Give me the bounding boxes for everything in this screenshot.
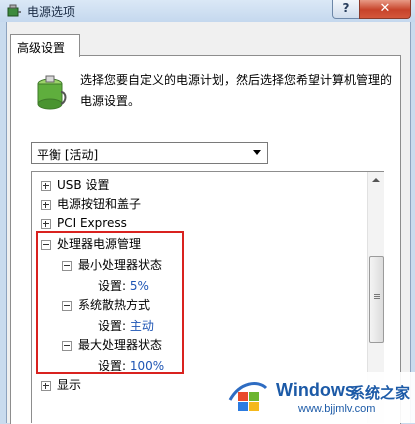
windows-logo-icon [228,382,268,411]
expand-plus-icon[interactable] [41,200,51,210]
close-button[interactable]: ✕ [359,0,411,19]
help-button[interactable]: ? [332,0,360,19]
expand-plus-icon[interactable] [41,181,51,191]
chevron-down-icon[interactable] [253,150,261,155]
power-plan-value: 平衡 [活动] [37,148,99,162]
expand-plus-icon[interactable] [41,381,51,391]
tab-label: 高级设置 [17,41,66,55]
watermark-brand: Windows [276,380,355,400]
tab-advanced-settings[interactable]: 高级设置 [10,34,80,57]
power-options-icon [7,4,21,17]
grip-icon [374,294,380,295]
scrollbar-thumb[interactable] [369,256,384,343]
battery-power-icon [37,75,67,110]
description-text: 选择您要自定义的电源计划，然后选择您希望计算机管理的电源设置。 [80,73,393,108]
power-plan-select[interactable]: 平衡 [活动] [31,142,268,164]
window-title: 电源选项 [27,5,76,19]
scroll-up-icon[interactable] [368,172,384,188]
title-bar: 电源选项 ? ✕ [0,0,415,22]
red-highlight-box [36,231,184,374]
watermark-url: www.bjjmlv.com [298,403,376,415]
watermark-cn: 系统之家 [350,384,411,402]
expand-plus-icon[interactable] [41,219,51,229]
